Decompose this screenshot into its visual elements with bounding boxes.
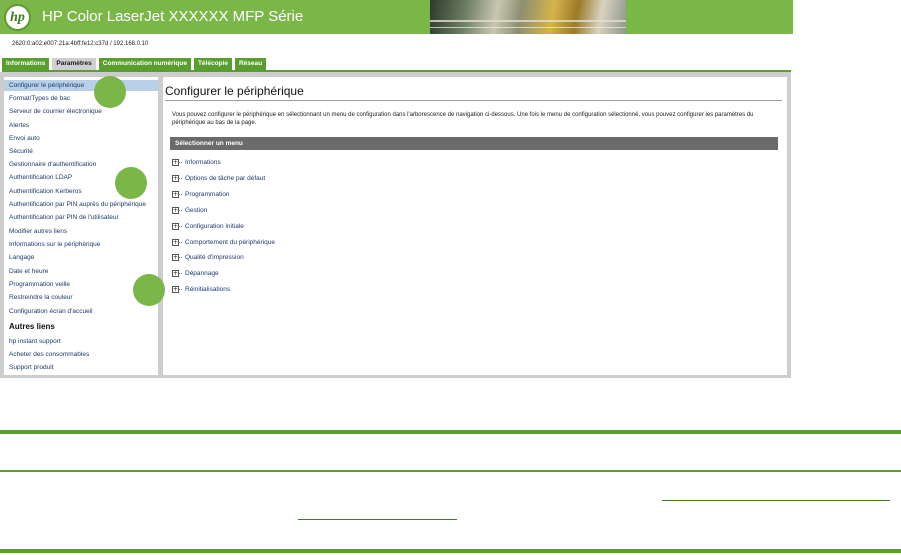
tab-communication-numerique[interactable]: Communication numérique xyxy=(98,58,191,70)
hyperlink-underline[interactable] xyxy=(298,519,457,520)
tree-item-comportement[interactable]: + Comportement du périphérique xyxy=(172,237,275,247)
sidebar-item-authentification-ldap[interactable]: Authentification LDAP xyxy=(9,172,72,183)
sidebar-link-support-produit[interactable]: Support produit xyxy=(9,362,53,373)
tab-parametres[interactable]: Paramètres xyxy=(52,58,96,70)
expand-plus-icon[interactable]: + xyxy=(172,190,179,198)
tree-connector xyxy=(179,209,182,211)
expand-plus-icon[interactable]: + xyxy=(172,174,179,182)
header-bar: hp HP Color LaserJet XXXXXX MFP Série xyxy=(0,0,793,34)
expand-plus-icon[interactable]: + xyxy=(172,206,179,214)
table-top-rule xyxy=(0,430,901,434)
sidebar-item-date-et-heure[interactable]: Date et heure xyxy=(9,266,48,277)
expand-plus-icon[interactable]: + xyxy=(172,158,179,166)
app-title: HP Color LaserJet XXXXXX MFP Série xyxy=(42,8,304,25)
sidebar-item-authentification-kerberos[interactable]: Authentification Kerberos xyxy=(9,186,82,197)
tree-item-label[interactable]: Programmation xyxy=(185,191,229,198)
sidebar-item-securite[interactable]: Sécurité xyxy=(9,146,33,157)
table-header-rule xyxy=(0,470,901,472)
tree-item-programmation[interactable]: + Programmation xyxy=(172,189,229,199)
tree-item-reinitialisations[interactable]: + Réinitialisations xyxy=(172,284,230,294)
callout-marker xyxy=(94,76,126,108)
tree-item-informations[interactable]: + Informations xyxy=(172,157,221,167)
sidebar-item-configurer-le-peripherique[interactable]: Configurer le périphérique xyxy=(4,80,158,91)
title-divider xyxy=(165,100,782,101)
sidebar-item-configuration-ecran-accueil[interactable]: Configuration écran d'accueil xyxy=(9,306,93,317)
sidebar-item-pin-peripherique[interactable]: Authentification par PIN auprès du périp… xyxy=(9,199,146,210)
tree-item-label[interactable]: Configuration initiale xyxy=(185,223,244,230)
tab-telecopie[interactable]: Télécopie xyxy=(193,58,232,70)
tab-bar: Informations Paramètres Communication nu… xyxy=(2,58,269,70)
tree-connector xyxy=(179,288,182,290)
expand-plus-icon[interactable]: + xyxy=(172,238,179,246)
tree-item-gestion[interactable]: + Gestion xyxy=(172,205,207,215)
tree-connector xyxy=(179,256,182,258)
tree-connector xyxy=(179,161,182,163)
tree-item-options-tache[interactable]: + Options de tâche par défaut xyxy=(172,173,265,183)
device-address: 2620:0:a02:e007:21a:4bff:fe12:c37d / 192… xyxy=(12,41,149,47)
expand-plus-icon[interactable]: + xyxy=(172,222,179,230)
sidebar-item-langage[interactable]: Langage xyxy=(9,252,34,263)
sidebar-link-hp-instant-support[interactable]: hp instant support xyxy=(9,336,61,347)
tree-item-label[interactable]: Options de tâche par défaut xyxy=(185,175,265,182)
sidebar-item-informations-peripherique[interactable]: Informations sur le périphérique xyxy=(9,239,100,250)
sidebar-item-envoi-auto[interactable]: Envoi auto xyxy=(9,133,40,144)
sidebar-link-acheter-consommables[interactable]: Acheter des consommables xyxy=(9,349,89,360)
hp-logo: hp xyxy=(4,4,31,31)
hyperlink-underline[interactable] xyxy=(662,500,890,501)
expand-plus-icon[interactable]: + xyxy=(172,285,179,293)
tree-item-label[interactable]: Dépannage xyxy=(185,270,219,277)
sidebar-item-programmation-veille[interactable]: Programmation veille xyxy=(9,279,70,290)
tree-connector xyxy=(179,225,182,227)
tree-item-label[interactable]: Qualité d'impression xyxy=(185,254,244,261)
sidebar-item-alertes[interactable]: Alertes xyxy=(9,120,29,131)
expand-plus-icon[interactable]: + xyxy=(172,253,179,261)
sidebar-item-serveur-de-courrier[interactable]: Serveur de courrier électronique xyxy=(9,106,102,117)
table-bottom-rule xyxy=(0,549,901,553)
tree-item-label[interactable]: Gestion xyxy=(185,207,207,214)
sidebar-heading-autres-liens: Autres liens xyxy=(9,322,55,331)
tree-connector xyxy=(179,193,182,195)
tree-connector xyxy=(179,272,182,274)
sidebar-item-restreindre-la-couleur[interactable]: Restreindre la couleur xyxy=(9,292,73,303)
tree-item-qualite-impression[interactable]: + Qualité d'impression xyxy=(172,252,244,262)
callout-marker xyxy=(115,167,147,199)
intro-text: Vous pouvez configurer le périphérique e… xyxy=(172,112,754,126)
sidebar-item-modifier-autres-liens[interactable]: Modifier autres liens xyxy=(9,226,67,237)
tree-item-configuration-initiale[interactable]: + Configuration initiale xyxy=(172,221,244,231)
tree-item-depannage[interactable]: + Dépannage xyxy=(172,268,219,278)
screenshot-root: hp HP Color LaserJet XXXXXX MFP Série 26… xyxy=(0,0,901,555)
sidebar-item-gestionnaire-authentification[interactable]: Gestionnaire d'authentification xyxy=(9,159,96,170)
page-title: Configurer le périphérique xyxy=(165,84,304,98)
printer-photo-banner xyxy=(430,0,626,34)
expand-plus-icon[interactable]: + xyxy=(172,269,179,277)
tree-connector xyxy=(179,177,182,179)
tree-item-label[interactable]: Informations xyxy=(185,159,221,166)
tree-item-label[interactable]: Réinitialisations xyxy=(185,286,230,293)
sidebar-item-format-types-de-bac[interactable]: Format/Types de bac xyxy=(9,93,70,104)
sidebar-item-pin-utilisateur[interactable]: Authentification par PIN de l'utilisateu… xyxy=(9,212,119,223)
callout-marker xyxy=(133,274,165,306)
menu-section-header: Sélectionner un menu xyxy=(170,137,778,150)
tab-reseau[interactable]: Réseau xyxy=(234,58,267,70)
tab-informations[interactable]: Informations xyxy=(2,58,50,70)
photo-detail xyxy=(430,20,626,22)
photo-detail xyxy=(430,27,626,28)
tree-connector xyxy=(179,241,182,243)
tree-item-label[interactable]: Comportement du périphérique xyxy=(185,239,275,246)
